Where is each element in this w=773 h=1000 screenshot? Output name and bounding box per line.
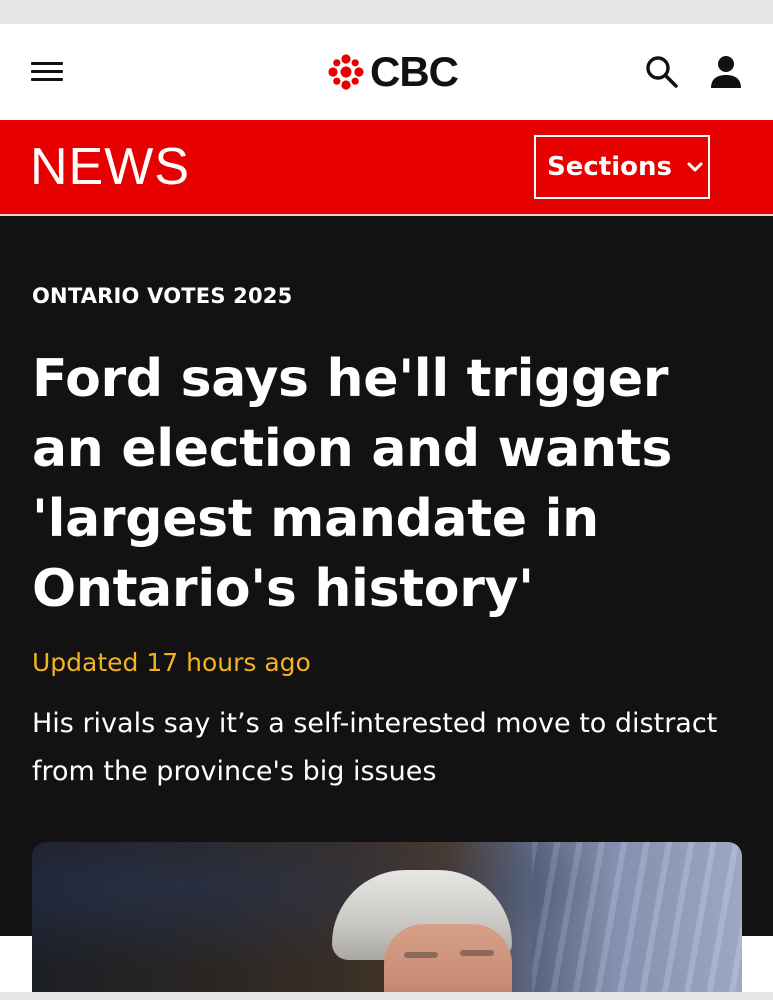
news-title[interactable]: NEWS [30, 138, 190, 196]
cbc-logo-link[interactable]: CBC [328, 48, 459, 95]
chevron-down-icon [687, 162, 703, 172]
site-header: CBC [0, 24, 773, 120]
article-deck: His rivals say it’s a self-interested mo… [32, 708, 718, 787]
hamburger-menu-icon [31, 62, 63, 65]
article-hero: ONTARIO VOTES 2025 Ford says he'll trigg… [0, 216, 773, 936]
article-headline[interactable]: Ford says he'll trigger an election and … [32, 344, 744, 624]
menu-button[interactable] [31, 60, 63, 84]
bottom-system-strip [0, 992, 773, 1000]
news-bar: NEWS Sections [0, 120, 773, 214]
sections-button[interactable]: Sections [534, 135, 710, 199]
user-account-icon [711, 56, 741, 88]
article-lead-photo[interactable] [32, 842, 742, 992]
article-kicker[interactable]: ONTARIO VOTES 2025 [32, 284, 292, 308]
cbc-gem-logo-icon [328, 54, 364, 90]
search-button[interactable] [644, 54, 680, 90]
account-button[interactable] [708, 54, 744, 90]
top-system-strip [0, 0, 773, 24]
logo-wordmark: CBC [370, 48, 459, 95]
search-icon [646, 56, 678, 88]
updated-timestamp: Updated 17 hours ago [32, 648, 311, 677]
sections-label: Sections [547, 152, 672, 182]
